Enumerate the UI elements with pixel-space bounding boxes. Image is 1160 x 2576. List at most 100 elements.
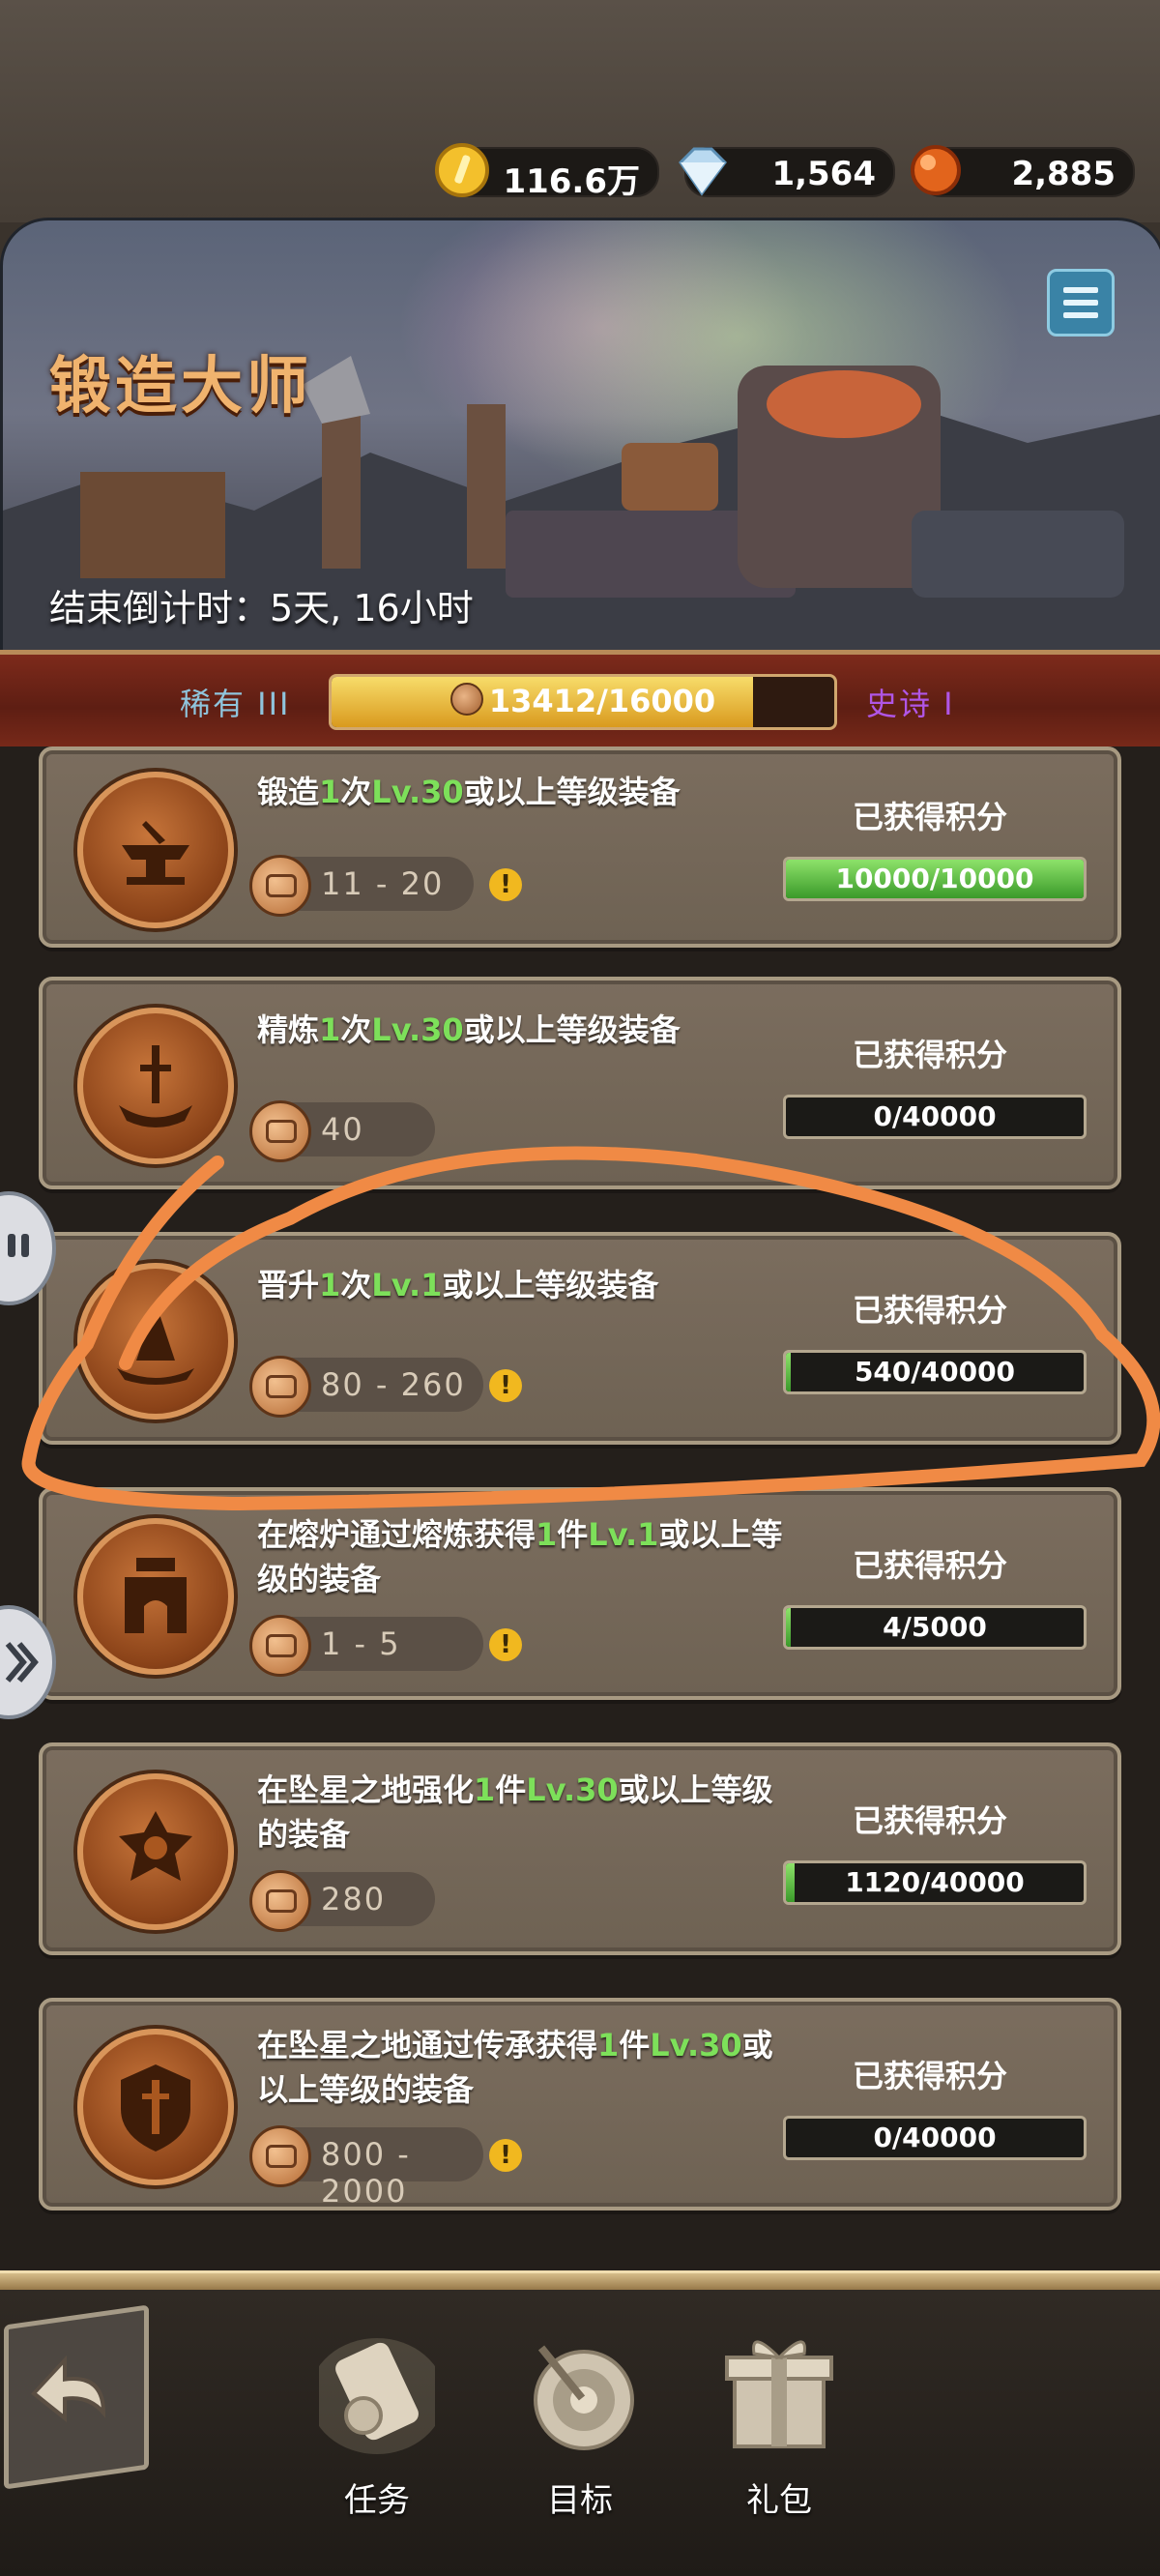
gold-value: 116.6万 — [503, 162, 640, 201]
sword-icon — [119, 1045, 192, 1127]
score-label: 已获得积分 — [853, 1037, 1008, 1073]
task-description: 在坠星之地强化1件Lv.30或以上等级的装备 — [257, 1771, 773, 1853]
reward-points: 11 - 20 — [249, 855, 474, 917]
inherit-emblem-icon — [77, 2029, 234, 2185]
point-chest-icon — [249, 1615, 311, 1677]
banner-title: 锻造大师 — [49, 351, 312, 423]
reward-value: 1 - 5 — [321, 1625, 401, 1662]
reward-points: 280 — [249, 1870, 435, 1932]
anvil-icon — [122, 821, 189, 885]
task-card[interactable]: 晋升1次Lv.1或以上等级装备 80 - 260 ! 已获得积分 540/400… — [39, 1232, 1121, 1445]
task-card[interactable]: 锻造1次Lv.30或以上等级装备 11 - 20 ! 已获得积分 10000/1… — [39, 746, 1121, 948]
task-list[interactable]: 锻造1次Lv.30或以上等级装备 11 - 20 ! 已获得积分 10000/1… — [0, 746, 1160, 2274]
score-bar: 4/5000 — [783, 1605, 1087, 1650]
target-icon — [534, 2345, 634, 2450]
reward-value: 800 - 2000 — [321, 2136, 411, 2210]
menu-list-button[interactable] — [1047, 269, 1115, 337]
tab-tasks-label: 任务 — [344, 2481, 410, 2520]
score-label: 已获得积分 — [853, 2058, 1008, 2094]
point-chest-icon — [249, 1100, 311, 1162]
menu-line — [1063, 287, 1098, 293]
score-value: 1120/40000 — [845, 1866, 1025, 1898]
rose-shield-icon — [119, 1811, 192, 1881]
menu-line — [1063, 300, 1098, 306]
reward-value: 40 — [321, 1111, 364, 1148]
shield-sword-icon — [121, 2064, 190, 2152]
info-warning-icon[interactable]: ! — [489, 868, 522, 901]
info-warning-icon[interactable]: ! — [489, 1369, 522, 1402]
chevron-right-icon — [5, 1642, 39, 1683]
enhance-emblem-icon — [77, 1773, 234, 1930]
score-value: 0/40000 — [873, 2122, 997, 2153]
promote-emblem-icon — [77, 1263, 234, 1420]
refine-sword-emblem-icon — [77, 1008, 234, 1164]
score-bar: 0/40000 — [783, 1095, 1087, 1139]
tier-progress-text: 13412/16000 — [332, 683, 834, 719]
diamond-display[interactable]: 1,564 — [679, 147, 895, 197]
task-description: 锻造1次Lv.30或以上等级装备 — [257, 774, 681, 810]
task-description: 在熔炉通过熔炼获得1件Lv.1或以上等级的装备 — [257, 1516, 783, 1597]
reward-value: 80 - 260 — [321, 1366, 466, 1403]
furnace-icon — [125, 1558, 187, 1633]
info-warning-icon[interactable]: ! — [489, 2139, 522, 2172]
anvil-emblem-icon — [77, 772, 234, 928]
point-chest-icon — [249, 1870, 311, 1932]
task-description: 在坠星之地通过传承获得1件Lv.30或以上等级的装备 — [257, 2027, 773, 2108]
current-tier-label: 稀有 III — [180, 686, 291, 722]
score-value: 4/5000 — [883, 1611, 987, 1643]
gift-box-icon — [725, 2340, 833, 2448]
back-button[interactable] — [4, 2304, 149, 2490]
reward-value: 11 - 20 — [321, 865, 445, 902]
score-label: 已获得积分 — [853, 1292, 1008, 1329]
diamond-value: 1,564 — [771, 155, 876, 193]
reward-points: 1 - 5 — [249, 1615, 483, 1677]
ember-orb-icon — [911, 145, 961, 195]
info-warning-icon[interactable]: ! — [489, 1628, 522, 1661]
point-coin-icon — [450, 683, 483, 716]
back-arrow-icon — [31, 2355, 106, 2423]
tab-goals[interactable]: 目标 — [493, 2309, 667, 2532]
scroll-icon — [319, 2338, 435, 2454]
score-label: 已获得积分 — [853, 1802, 1008, 1839]
score-value: 0/40000 — [873, 1100, 997, 1132]
pause-bar — [21, 1234, 29, 1257]
next-tier-label: 史诗 I — [866, 686, 955, 722]
ember-display[interactable]: 2,885 — [911, 145, 1135, 197]
event-banner: 锻造大师 结束倒计时：5天, 16小时 — [0, 218, 1160, 654]
task-description: 精炼1次Lv.30或以上等级装备 — [257, 1011, 681, 1048]
task-card[interactable]: 在坠星之地通过传承获得1件Lv.30或以上等级的装备 800 - 2000 ! … — [39, 1998, 1121, 2210]
spire-icon — [117, 1303, 194, 1385]
tier-progress-bar: 13412/16000 — [329, 674, 837, 730]
gold-display[interactable]: 116.6万 — [435, 143, 659, 201]
reward-points: 40 — [249, 1100, 435, 1162]
menu-line — [1063, 312, 1098, 318]
point-chest-icon — [249, 855, 311, 917]
score-label: 已获得积分 — [853, 799, 1008, 835]
score-label: 已获得积分 — [853, 1547, 1008, 1584]
task-card[interactable]: 在坠星之地强化1件Lv.30或以上等级的装备 280 已获得积分 1120/40… — [39, 1742, 1121, 1955]
tab-packs-label: 礼包 — [746, 2481, 812, 2520]
score-bar: 540/40000 — [783, 1350, 1087, 1394]
countdown-text: 结束倒计时：5天, 16小时 — [49, 587, 474, 629]
point-chest-icon — [249, 2125, 311, 2187]
task-card[interactable]: 精炼1次Lv.30或以上等级装备 40 已获得积分 0/40000 — [39, 977, 1121, 1189]
bottom-nav: 任务 目标 礼包 — [0, 2290, 1160, 2576]
gold-coin-icon — [435, 143, 489, 197]
currency-bar: 116.6万 1,564 2,885 — [0, 0, 1160, 222]
diamond-icon — [679, 147, 727, 196]
tier-progress-value: 13412/16000 — [488, 683, 716, 719]
task-card[interactable]: 在熔炉通过熔炼获得1件Lv.1或以上等级的装备 1 - 5 ! 已获得积分 4/… — [39, 1487, 1121, 1700]
score-bar: 0/40000 — [783, 2116, 1087, 2160]
score-value: 10000/10000 — [835, 863, 1034, 894]
tab-goals-label: 目标 — [547, 2481, 613, 2520]
reward-points: 800 - 2000 — [249, 2125, 483, 2210]
pause-bar — [8, 1234, 15, 1257]
score-bar: 1120/40000 — [783, 1860, 1087, 1905]
reward-value: 280 — [321, 1881, 387, 1917]
tab-packs[interactable]: 礼包 — [692, 2309, 866, 2532]
task-description: 晋升1次Lv.1或以上等级装备 — [257, 1267, 659, 1303]
tab-tasks[interactable]: 任务 — [290, 2309, 464, 2532]
tier-progress-strip: 稀有 III 13412/16000 史诗 I — [0, 650, 1160, 756]
reward-points: 80 - 260 — [249, 1356, 483, 1418]
score-bar: 10000/10000 — [783, 857, 1087, 901]
